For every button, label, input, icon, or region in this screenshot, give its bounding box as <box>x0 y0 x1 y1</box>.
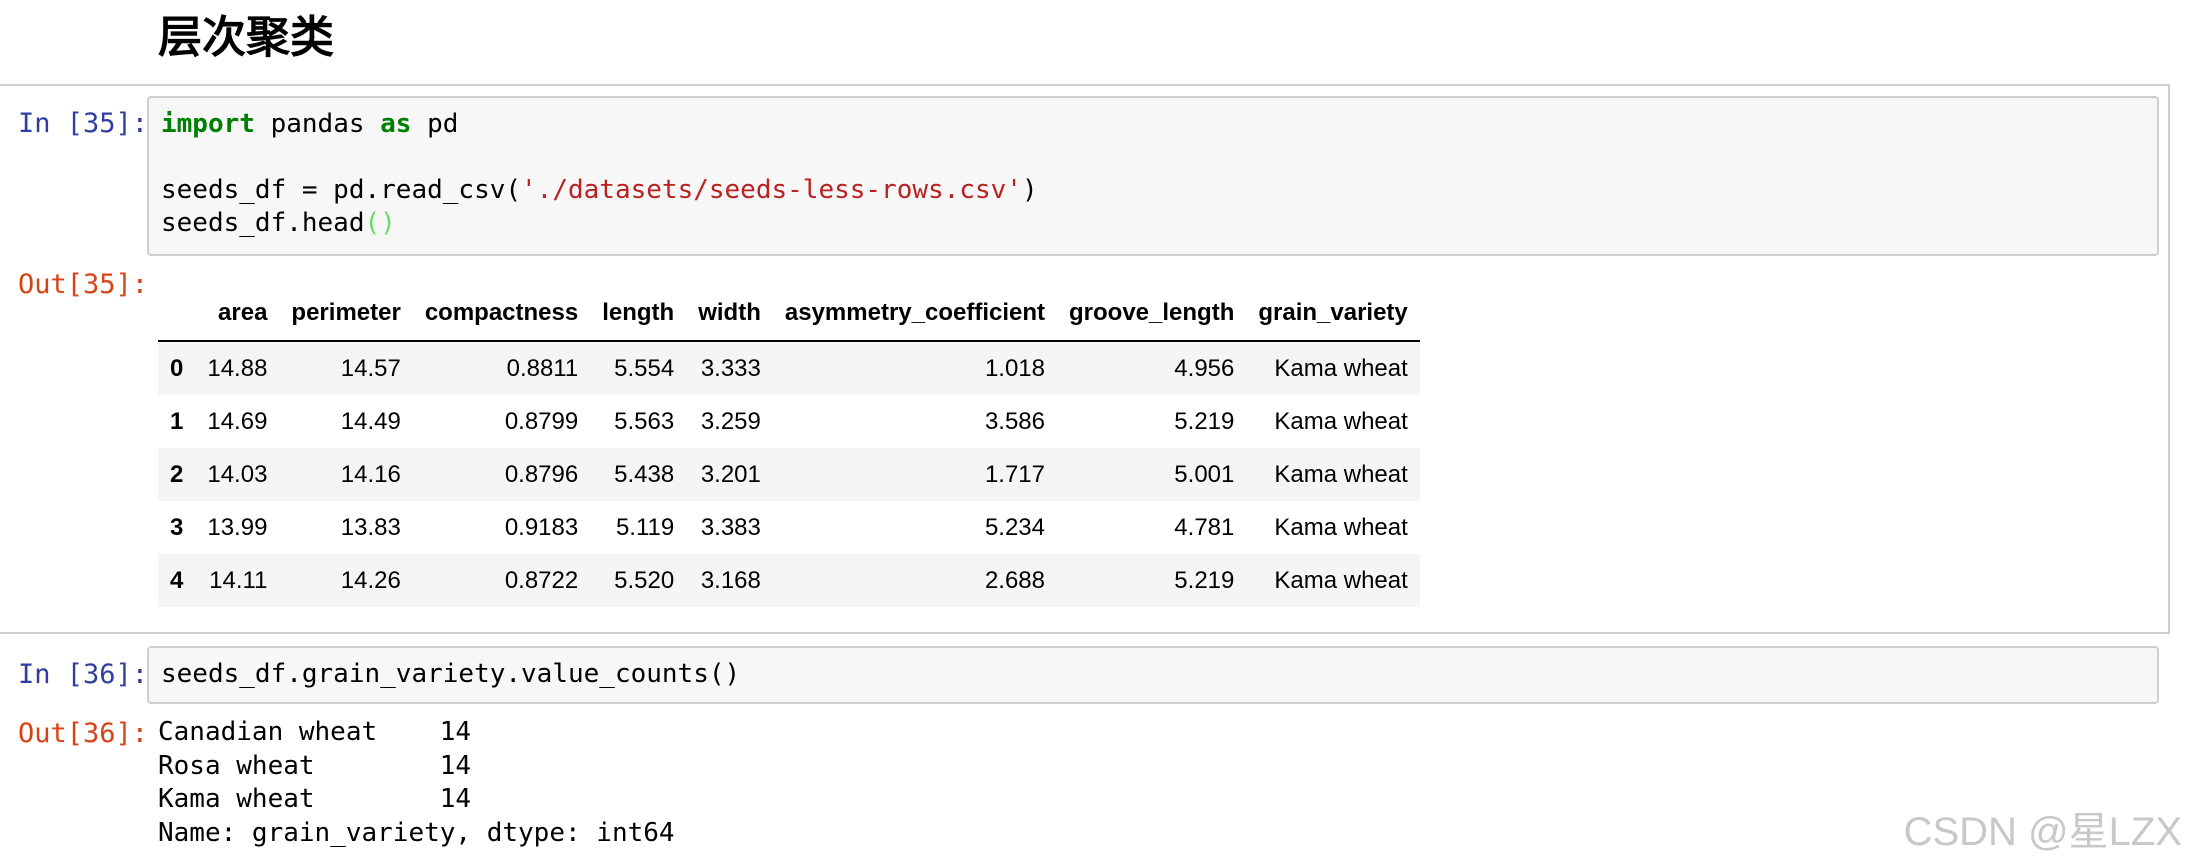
row-index: 0 <box>170 354 184 382</box>
value-counts-output: Canadian wheat 14 Rosa wheat 14 Kama whe… <box>158 716 675 850</box>
code-line3-paren: () <box>364 208 396 238</box>
cell-groove-length: 4.781 <box>1174 513 1235 541</box>
cell-asymmetry-coefficient: 1.018 <box>984 354 1045 382</box>
out-prompt-35: Out[35]: <box>18 269 149 300</box>
cell-asymmetry-coefficient: 2.688 <box>984 566 1045 594</box>
header-index <box>158 286 196 342</box>
alias-name: pd <box>411 109 459 139</box>
cell-perimeter: 14.49 <box>340 407 401 435</box>
cell-area: 14.69 <box>207 407 268 435</box>
cell-area: 14.03 <box>207 460 268 488</box>
code-line2-pre: seeds_df = pd.read_csv( <box>161 175 522 205</box>
cell-asymmetry-coefficient: 5.234 <box>984 513 1045 541</box>
cell-length: 5.554 <box>614 354 675 382</box>
watermark: CSDN @星LZX <box>1903 810 2182 854</box>
code-line2-post: ) <box>1021 175 1038 205</box>
cell-area: 14.88 <box>207 354 268 382</box>
keyword-as: as <box>380 109 412 139</box>
code-input-35[interactable]: import pandas as pd seeds_df = pd.read_c… <box>147 96 2159 256</box>
header-area: area <box>195 286 280 342</box>
cell-compactness: 0.8722 <box>504 566 579 594</box>
cell-compactness: 0.9183 <box>504 513 579 541</box>
cell-length: 5.563 <box>614 407 675 435</box>
table-row: 3 13.99 13.83 0.9183 5.119 3.383 5.234 4… <box>158 501 1420 554</box>
cell-length: 5.520 <box>614 566 675 594</box>
header-grain-variety: grain_variety <box>1246 286 1420 342</box>
header-groove-length: groove_length <box>1057 286 1247 342</box>
row-index: 3 <box>170 513 184 541</box>
in-prompt-35: In [35]: <box>18 108 149 139</box>
code-line3-pre: seeds_df.head <box>161 208 365 238</box>
cell-groove-length: 5.219 <box>1174 407 1235 435</box>
header-asymmetry-coefficient: asymmetry_coefficient <box>772 286 1057 342</box>
code-line2-string: './datasets/seeds-less-rows.csv' <box>521 175 1022 205</box>
code-text-35: import pandas as pd seeds_df = pd.read_c… <box>161 108 1038 240</box>
cell-width: 3.259 <box>700 407 761 435</box>
cell-area: 13.99 <box>207 513 268 541</box>
row-index: 1 <box>170 407 184 435</box>
cell-grain-variety: Kama wheat <box>1274 566 1408 594</box>
cell-perimeter: 14.16 <box>340 460 401 488</box>
cell-asymmetry-coefficient: 1.717 <box>984 460 1045 488</box>
cell-grain-variety: Kama wheat <box>1274 407 1408 435</box>
cell-perimeter: 14.26 <box>340 566 401 594</box>
cell-length: 5.119 <box>615 513 675 541</box>
cell-length: 5.438 <box>614 460 675 488</box>
cell-grain-variety: Kama wheat <box>1274 460 1408 488</box>
header-width: width <box>686 286 773 342</box>
cell-width: 3.201 <box>700 460 761 488</box>
cell-width: 3.383 <box>700 513 761 541</box>
output-line: Name: grain_variety, dtype: int64 <box>158 817 675 848</box>
output-line: Rosa wheat 14 <box>158 750 472 781</box>
table-row: 4 14.11 14.26 0.8722 5.520 3.168 2.688 5… <box>158 554 1420 607</box>
code-text-36: seeds_df.grain_variety.value_counts() <box>161 659 741 689</box>
header-length: length <box>590 286 687 342</box>
cell-asymmetry-coefficient: 3.586 <box>984 407 1045 435</box>
cell-groove-length: 5.001 <box>1174 460 1235 488</box>
table-row: 2 14.03 14.16 0.8796 5.438 3.201 1.717 5… <box>158 448 1420 501</box>
cell-compactness: 0.8811 <box>506 354 579 382</box>
keyword-import: import <box>161 109 255 139</box>
table-row: 1 14.69 14.49 0.8799 5.563 3.259 3.586 5… <box>158 395 1420 448</box>
cell-perimeter: 14.57 <box>340 354 401 382</box>
in-prompt-36: In [36]: <box>18 659 149 690</box>
cell-groove-length: 4.956 <box>1174 354 1235 382</box>
out-prompt-36: Out[36]: <box>18 718 149 749</box>
cell-width: 3.168 <box>700 566 761 594</box>
cell-grain-variety: Kama wheat <box>1274 354 1408 382</box>
cell-area: 14.11 <box>209 566 268 594</box>
cell-width: 3.333 <box>700 354 761 382</box>
row-index: 4 <box>170 566 184 594</box>
cell-groove-length: 5.219 <box>1174 566 1235 594</box>
section-heading: 层次聚类 <box>158 12 334 63</box>
cell-grain-variety: Kama wheat <box>1274 513 1408 541</box>
table-row: 0 14.88 14.57 0.8811 5.554 3.333 1.018 4… <box>158 341 1420 395</box>
dataframe-table: area perimeter compactness length width … <box>158 286 1420 607</box>
cell-perimeter: 13.83 <box>340 513 401 541</box>
cell-compactness: 0.8799 <box>504 407 579 435</box>
code-input-36[interactable]: seeds_df.grain_variety.value_counts() <box>147 646 2159 704</box>
header-perimeter: perimeter <box>279 286 413 342</box>
table-header-row: area perimeter compactness length width … <box>158 286 1420 342</box>
output-line: Canadian wheat 14 <box>158 717 472 747</box>
output-line: Kama wheat 14 <box>158 784 472 814</box>
module-name: pandas <box>254 109 381 139</box>
cell-compactness: 0.8796 <box>504 460 579 488</box>
row-index: 2 <box>170 460 184 488</box>
header-compactness: compactness <box>412 286 591 342</box>
